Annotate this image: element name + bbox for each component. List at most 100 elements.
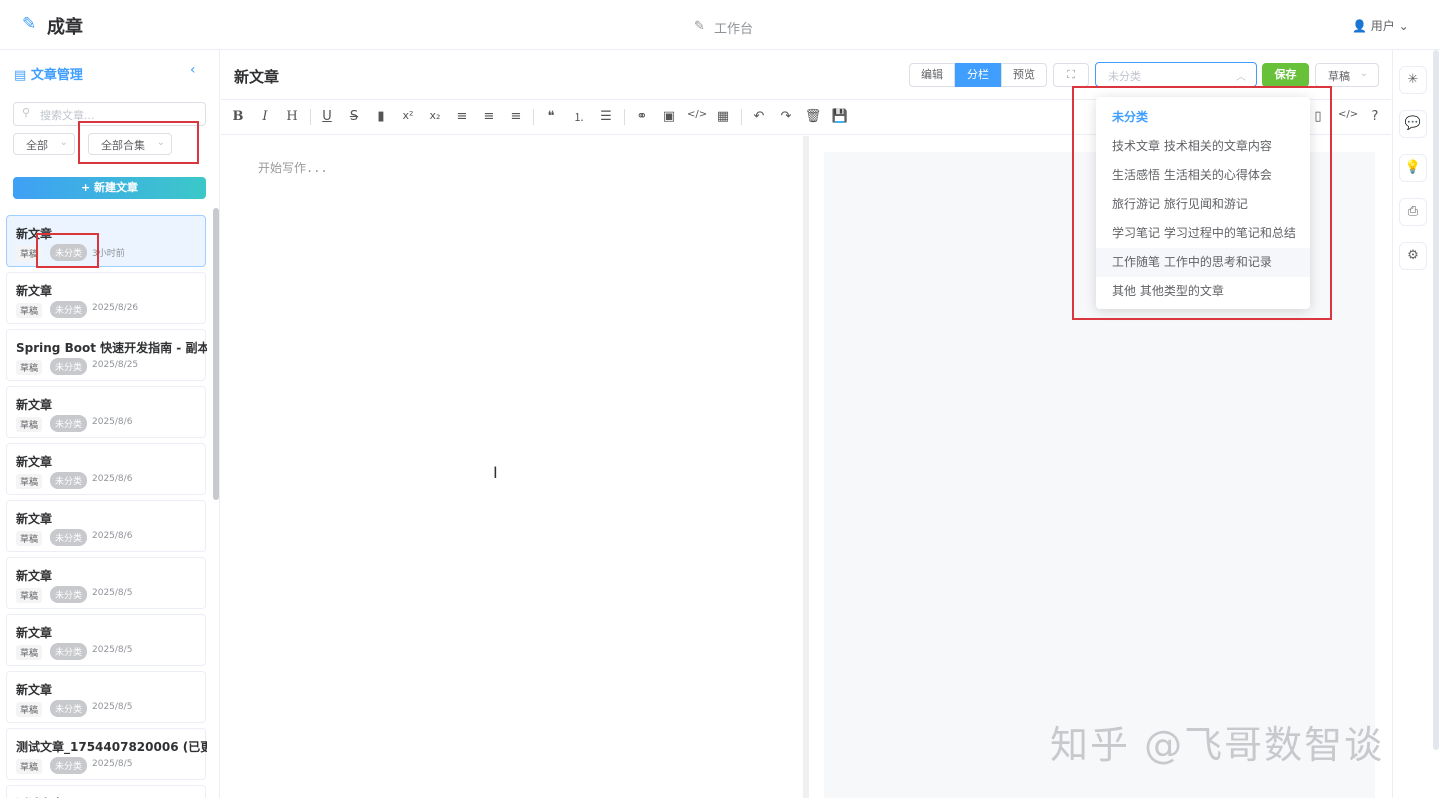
align-center-icon[interactable]: ≡ (480, 109, 498, 124)
mode-preview-button[interactable]: 预览 (1001, 63, 1047, 87)
align-left-icon[interactable]: ≡ (453, 109, 471, 124)
article-item-status: 草稿 (16, 360, 43, 375)
status-select[interactable]: 草稿 ⌄ (1315, 63, 1379, 87)
image-icon[interactable]: ▣ (660, 109, 678, 124)
article-list-item[interactable]: 测试文章_1754407820006 (已更新) 草稿未分类 2025/8/5 (6, 728, 207, 780)
quote-icon[interactable]: ❝ (542, 109, 560, 124)
article-item-status: 草稿 (16, 702, 43, 717)
code-icon[interactable]: </> (687, 109, 707, 120)
status-filter-select[interactable]: 全部 ⌄ (13, 133, 75, 155)
article-item-category-tag: 未分类 (50, 529, 88, 546)
new-article-button[interactable]: + 新建文章 (13, 177, 206, 199)
toolbar-divider (741, 109, 742, 125)
article-item-date: 2025/8/6 (92, 417, 133, 427)
highlight-box-category-tag (36, 233, 99, 268)
watermark: 知乎 @飞哥数智谈 (1050, 723, 1385, 767)
user-menu[interactable]: 👤 用户 ⌄ (1352, 17, 1409, 34)
article-item-status: 草稿 (16, 417, 43, 432)
article-list-item[interactable]: 新文章 草稿 未分类 2025/8/5 (6, 557, 206, 609)
redo-icon[interactable]: ↷ (777, 109, 795, 124)
article-item-status: 草稿 (16, 303, 43, 318)
article-item-date: 2025/8/5 (92, 759, 133, 769)
article-item-title: 新文章 (16, 398, 53, 412)
link-icon[interactable]: ⚭ (633, 109, 651, 124)
article-item-date: 2025/8/6 (92, 474, 133, 484)
mode-edit-button[interactable]: 编辑 (909, 63, 955, 87)
help-icon[interactable]: ? (1366, 109, 1384, 124)
lightbulb-icon[interactable]: 💡 (1399, 154, 1427, 182)
toolbar-divider (533, 109, 534, 125)
html-source-icon[interactable]: </> (1338, 109, 1358, 120)
gear-icon[interactable]: ⚙ (1399, 242, 1427, 270)
article-item-status: 草稿 (16, 588, 43, 603)
editor-placeholder: 开始写作... (258, 161, 328, 175)
unordered-list-icon[interactable]: ☰ (597, 109, 615, 124)
sidebar-title: ▤ 文章管理 (14, 64, 83, 83)
print-icon[interactable]: ⎙ (1399, 198, 1427, 226)
article-list-item[interactable]: 新文章 草稿 未分类 2025/8/26 (6, 272, 206, 324)
app-title: 成章 (47, 17, 83, 38)
heading-icon[interactable]: H (283, 109, 301, 124)
highlight-box-collection-filter (78, 121, 199, 164)
collapse-sidebar-icon[interactable]: ‹ (190, 62, 196, 78)
italic-icon[interactable]: I (256, 109, 274, 124)
new-article-label: 新建文章 (94, 181, 139, 194)
ordered-list-icon[interactable]: ⒈ (570, 109, 588, 125)
article-list-item[interactable]: 测试文章_1754407751308 (已更新) (6, 785, 207, 798)
status-filter-value: 全部 (26, 139, 48, 152)
category-select[interactable]: 未分类 ︿ (1095, 62, 1257, 87)
markdown-editor-pane[interactable] (221, 136, 803, 798)
chevron-down-icon: ⌄ (1359, 68, 1368, 79)
edit-logo-icon: ✎ (22, 14, 37, 34)
save-draft-icon[interactable]: 💾 (831, 109, 849, 124)
fullscreen-button[interactable]: ⛶ (1053, 63, 1089, 87)
text-cursor-icon: I (493, 463, 498, 482)
article-item-date: 2025/8/6 (92, 531, 133, 541)
sidebar-scrollbar[interactable] (213, 208, 219, 500)
article-list-item[interactable]: 新文章 草稿 未分类 2025/8/6 (6, 443, 206, 495)
article-item-title: Spring Boot 快速开发指南 - 副本 (16, 341, 207, 355)
workbench-link[interactable]: 工作台 (714, 18, 753, 37)
chat-icon[interactable]: 💬 (1399, 110, 1427, 138)
article-item-title: 新文章 (16, 569, 53, 583)
article-item-date: 2025/8/26 (92, 303, 139, 313)
save-button[interactable]: 保存 (1262, 63, 1309, 87)
article-list-item[interactable]: 新文章草稿 未分类 2025/8/6 (6, 386, 206, 438)
table-icon[interactable]: ▦ (714, 109, 732, 124)
bookmark-icon[interactable]: ▮ (372, 109, 390, 124)
article-title[interactable]: 新文章 (234, 66, 279, 87)
article-list-item[interactable]: 新文章草稿 未分类 2025/8/6 (6, 500, 206, 552)
article-list-item[interactable]: 新文章 草稿 未分类 2025/8/5 (6, 614, 206, 666)
article-list-item[interactable]: 新文章草稿 未分类 2025/8/5 (6, 671, 206, 723)
article-list: 新文章 草稿 未分类 3小时前 新文章 草稿 未分类 2025/8/26 Spring Boot… (6, 215, 207, 798)
strikethrough-icon[interactable]: S (345, 109, 363, 124)
article-item-title: 新文章 (16, 512, 53, 526)
article-item-title: 新文章 (16, 683, 53, 697)
bold-icon[interactable]: B (229, 109, 247, 124)
page-scrollbar[interactable] (1433, 50, 1439, 750)
article-item-date: 2025/8/5 (92, 702, 133, 712)
search-icon: ⚲ (22, 106, 31, 119)
chevron-down-icon: ⌄ (1398, 19, 1409, 33)
article-item-category-tag: 未分类 (50, 700, 88, 717)
superscript-icon[interactable]: x² (399, 109, 417, 122)
article-item-status: 草稿 (16, 531, 43, 546)
article-item-category-tag: 未分类 (50, 415, 88, 432)
article-item-category-tag: 未分类 (50, 358, 88, 375)
toolbar-divider (624, 109, 625, 125)
sidebar-title-label: 文章管理 (30, 68, 83, 83)
underline-icon[interactable]: U (318, 109, 336, 124)
trash-icon[interactable]: 🗑 (804, 109, 822, 124)
article-item-category-tag: 未分类 (50, 472, 88, 489)
article-list-item[interactable]: Spring Boot 快速开发指南 - 副本 草稿 未分类 2025/8/25 (6, 329, 207, 381)
sparkle-icon[interactable]: ✳ (1399, 66, 1427, 94)
article-item-status: 草稿 (16, 645, 43, 660)
article-item-category-tag: 未分类 (50, 301, 88, 318)
mode-split-button[interactable]: 分栏 (955, 63, 1001, 87)
highlight-box-category-dropdown (1072, 86, 1332, 320)
align-right-icon[interactable]: ≡ (507, 109, 525, 124)
undo-icon[interactable]: ↶ (750, 109, 768, 124)
plus-icon: + (80, 181, 91, 194)
subscript-icon[interactable]: x₂ (426, 109, 444, 122)
article-item-status: 草稿 (16, 474, 43, 489)
